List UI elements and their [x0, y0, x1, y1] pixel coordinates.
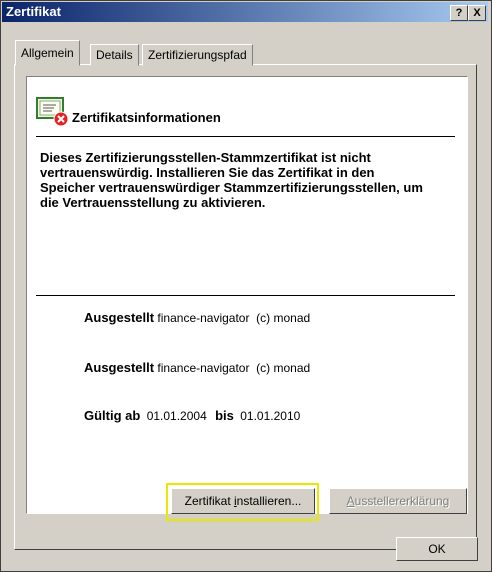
- validity-row: Gültig ab 01.01.2004 bis 01.01.2010: [84, 408, 300, 423]
- issuer-label-rest: usstellererklärung: [354, 494, 450, 508]
- tab-general[interactable]: Allgemein: [15, 40, 80, 66]
- ok-button[interactable]: OK: [396, 537, 478, 561]
- issued-by-label: Ausgestellt: [84, 360, 155, 375]
- install-certificate-button[interactable]: Zertifikat installieren...: [171, 488, 315, 514]
- certificate-error-icon: [36, 97, 69, 127]
- valid-from-label: Gültig ab: [84, 408, 141, 423]
- valid-to-label: bis: [215, 408, 234, 423]
- tab-certification-path[interactable]: Zertifizierungspfad: [142, 44, 253, 66]
- valid-to-value: 01.01.2010: [240, 409, 301, 423]
- valid-from-value: 01.01.2004: [146, 409, 207, 423]
- certificate-info-heading: Zertifikatsinformationen: [72, 110, 221, 125]
- issuer-accelerator: A: [346, 494, 355, 508]
- help-button[interactable]: ?: [450, 5, 468, 21]
- certificate-warning-text: Dieses Zertifizierungsstellen-Stammzerti…: [40, 150, 423, 210]
- issuer-statement-button[interactable]: Ausstellererklärung: [329, 488, 467, 514]
- install-label-part: Zertifikat: [184, 494, 234, 508]
- issued-to-label: Ausgestellt: [84, 310, 155, 325]
- issued-to-value: finance-navigator (c) monad: [157, 311, 311, 325]
- details-divider: [36, 295, 455, 296]
- issued-by-value: finance-navigator (c) monad: [157, 361, 311, 375]
- close-button[interactable]: X: [468, 5, 486, 21]
- install-label-rest: nstallieren...: [236, 494, 302, 508]
- tab-details[interactable]: Details: [90, 44, 139, 66]
- title-bar[interactable]: Zertifikat ? X: [2, 2, 488, 22]
- window-title: Zertifikat: [6, 4, 61, 19]
- issued-by-row: Ausgestellt finance-navigator (c) monad: [84, 360, 310, 375]
- issued-to-row: Ausgestellt finance-navigator (c) monad: [84, 310, 310, 325]
- heading-divider: [36, 136, 455, 137]
